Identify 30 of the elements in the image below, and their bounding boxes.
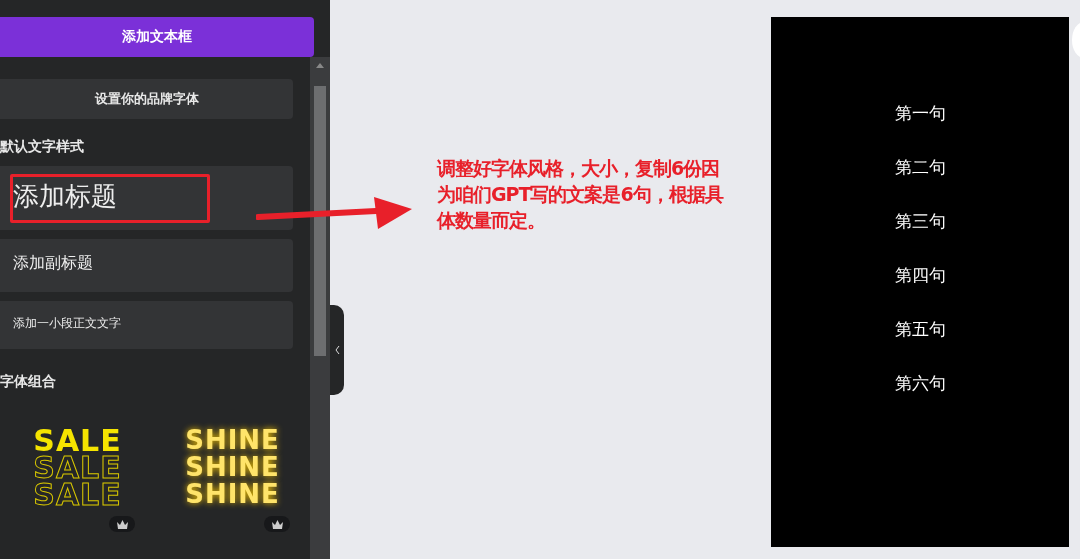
canvas-text: 第二句 (894, 157, 946, 178)
canvas-text: 第一句 (894, 103, 946, 124)
font-combo-text[interactable]: SALE (33, 481, 122, 508)
canvas-text: 第三句 (894, 211, 946, 232)
crown-icon (271, 519, 283, 529)
canvas-text: 第五句 (894, 319, 946, 340)
text-style-preset[interactable]: 添加副标题 (0, 239, 293, 292)
font-combo-text[interactable]: SALE (33, 427, 122, 454)
section-heading: 字体组合 (0, 373, 57, 391)
canvas-text: 第四句 (894, 265, 946, 286)
text-style-preset[interactable]: 添加一小段正文文字 (0, 301, 293, 349)
scrollbar[interactable] (310, 57, 330, 559)
brand-font-button[interactable]: 设置你的品牌字体 (0, 79, 293, 119)
annotation-text: 调整好字体风格，大小，复制6份因为咱们GPT写的文案是6句，根据具体数量而定。 (437, 156, 725, 233)
title-text: 添加一小段正文文字 (12, 314, 122, 332)
section-heading: 默认文字样式 (0, 138, 85, 156)
scroll-up-icon[interactable] (316, 63, 324, 68)
font-combo-text[interactable]: SHINE (185, 454, 280, 481)
collapse-panel-button[interactable] (330, 305, 344, 395)
canvas-text: 第六句 (894, 373, 946, 394)
title-text: 添加标题 (10, 173, 210, 223)
font-combo-text[interactable]: SHINE (185, 481, 280, 508)
crown-icon (116, 519, 128, 529)
title-text: 添加副标题 (12, 252, 94, 274)
text-style-preset[interactable]: 添加标题 (0, 166, 293, 230)
scrollbar-thumb[interactable] (314, 86, 326, 356)
font-combo-text[interactable]: SHINE (185, 427, 280, 454)
add-textbox-button[interactable]: 添加文本框 (0, 17, 314, 57)
chevron-left-icon (334, 346, 340, 354)
font-combo-text[interactable]: SALE (33, 454, 122, 481)
